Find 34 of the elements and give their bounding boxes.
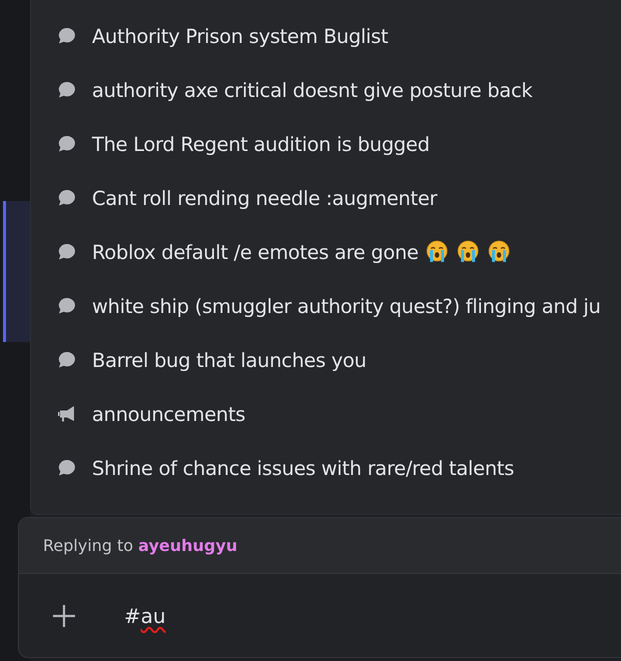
suggestion-item[interactable]: white ship (smuggler authority quest?) flinging and ju: [31, 279, 621, 333]
suggestion-item[interactable]: announcements: [31, 387, 621, 441]
suggestion-item[interactable]: Barrel bug that launches you: [31, 333, 621, 387]
crying-face-icon: [487, 240, 512, 264]
plus-icon[interactable]: [52, 604, 76, 628]
suggestion-item[interactable]: authority axe critical doesnt give posture back: [31, 63, 621, 117]
speech-bubble-icon: [57, 80, 77, 100]
suggestion-item[interactable]: Roblox default /e emotes are gone: [31, 225, 621, 279]
crying-face-icon: [456, 240, 480, 264]
suggestion-label: Shrine of chance issues with rare/red talents: [92, 456, 514, 480]
suggestion-item[interactable]: Cant roll rending needle :augmenter: [31, 171, 621, 225]
suggestion-item[interactable]: The Lord Regent audition is bugged: [31, 117, 621, 171]
speech-bubble-icon: [57, 458, 77, 478]
suggestion-label: Roblox default /e emotes are gone: [92, 240, 418, 264]
suggestion-label: Authority Prison system Buglist: [92, 24, 388, 48]
speech-bubble-icon: [57, 26, 77, 46]
suggestion-item[interactable]: Authority Prison system Buglist: [31, 9, 621, 63]
suggestion-label: Barrel bug that launches you: [92, 348, 366, 372]
speech-bubble-icon: [57, 350, 77, 370]
crying-face-icon: [425, 240, 450, 264]
reply-label: Replying to ayeuhugyu: [43, 536, 238, 555]
suggestion-label: announcements: [92, 402, 246, 426]
suggestion-label: The Lord Regent audition is bugged: [92, 132, 430, 156]
suggestion-label: Cant roll rending needle :augmenter: [92, 186, 438, 210]
megaphone-icon: [57, 404, 77, 424]
message-input[interactable]: #au: [124, 600, 166, 632]
suggestion-label: authority axe critical doesnt give posture back: [92, 78, 532, 102]
channel-highlight[interactable]: [3, 201, 30, 342]
speech-bubble-icon: [57, 242, 77, 262]
speech-bubble-icon: [57, 188, 77, 208]
suggestion-label: white ship (smuggler authority quest?) flinging and ju: [92, 294, 601, 318]
speech-bubble-icon: [57, 296, 77, 316]
speech-bubble-icon: [57, 134, 77, 154]
suggestion-item[interactable]: Shrine of chance issues with rare/red talents: [31, 441, 621, 495]
